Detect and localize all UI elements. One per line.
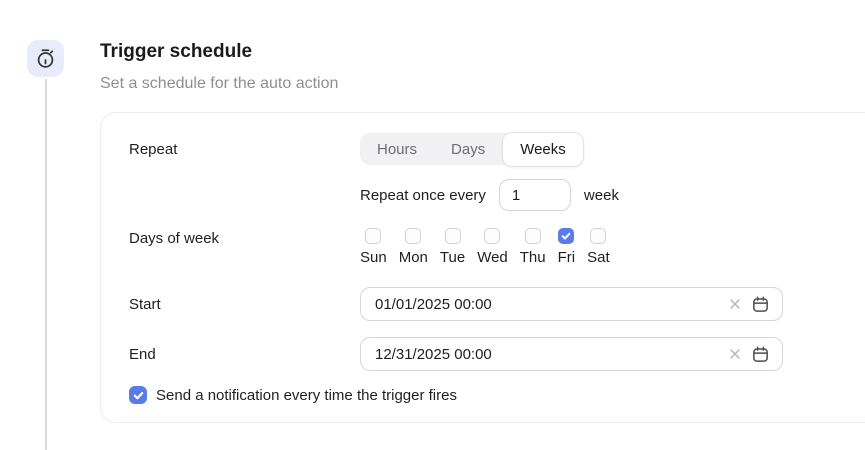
calendar-icon[interactable] xyxy=(751,295,770,314)
day-toggle-mon[interactable]: Mon xyxy=(399,228,428,267)
day-toggle-sat[interactable]: Sat xyxy=(587,228,610,267)
start-row: Start xyxy=(101,287,865,321)
page-title: Trigger schedule xyxy=(100,41,338,63)
interval-value-input[interactable] xyxy=(499,179,571,211)
checkmark-icon xyxy=(133,390,144,401)
day-checkbox[interactable] xyxy=(590,228,606,244)
days-of-week-row: Days of week Sun Mon Tue Wed Thu xyxy=(101,228,865,267)
segment-hours[interactable]: Hours xyxy=(360,133,434,165)
day-toggle-tue[interactable]: Tue xyxy=(440,228,465,267)
repeat-label: Repeat xyxy=(101,141,360,158)
stopwatch-icon xyxy=(34,47,57,70)
checkmark-icon xyxy=(561,231,571,241)
start-date-input[interactable] xyxy=(360,287,783,321)
end-label: End xyxy=(101,346,360,363)
day-checkbox[interactable] xyxy=(445,228,461,244)
start-date-value[interactable] xyxy=(361,296,728,313)
end-date-value[interactable] xyxy=(361,346,728,363)
day-label: Fri xyxy=(558,249,576,267)
day-checkbox[interactable] xyxy=(365,228,381,244)
day-label: Mon xyxy=(399,249,428,267)
day-checkbox[interactable] xyxy=(405,228,421,244)
day-checkbox[interactable] xyxy=(484,228,500,244)
repeat-row: Repeat Hours Days Weeks xyxy=(101,133,865,165)
day-checkbox[interactable] xyxy=(558,228,574,244)
end-date-input[interactable] xyxy=(360,337,783,371)
calendar-icon[interactable] xyxy=(751,345,770,364)
day-toggle-thu[interactable]: Thu xyxy=(520,228,546,267)
notification-label: Send a notification every time the trigg… xyxy=(156,387,457,404)
day-label: Sun xyxy=(360,249,387,267)
start-label: Start xyxy=(101,296,360,313)
interval-prefix: Repeat once every xyxy=(360,187,486,204)
end-row: End xyxy=(101,337,865,371)
segment-weeks[interactable]: Weeks xyxy=(502,132,584,167)
day-toggle-sun[interactable]: Sun xyxy=(360,228,387,267)
interval-row: Repeat once every week xyxy=(101,179,865,211)
interval-suffix: week xyxy=(584,187,619,204)
days-of-week-group: Sun Mon Tue Wed Thu Fri xyxy=(360,228,610,267)
clear-x-icon[interactable] xyxy=(728,297,742,311)
trigger-schedule-step-badge xyxy=(27,40,64,77)
day-toggle-fri[interactable]: Fri xyxy=(558,228,576,267)
notification-toggle[interactable]: Send a notification every time the trigg… xyxy=(101,386,865,404)
page-subtitle: Set a schedule for the auto action xyxy=(100,74,338,93)
notification-checkbox[interactable] xyxy=(129,386,147,404)
timeline-connector-line xyxy=(45,79,47,450)
day-label: Sat xyxy=(587,249,610,267)
day-checkbox[interactable] xyxy=(525,228,541,244)
repeat-unit-segmented-control: Hours Days Weeks xyxy=(360,133,584,165)
day-label: Tue xyxy=(440,249,465,267)
day-label: Wed xyxy=(477,249,508,267)
days-of-week-label: Days of week xyxy=(101,228,360,247)
day-label: Thu xyxy=(520,249,546,267)
segment-days[interactable]: Days xyxy=(434,133,502,165)
day-toggle-wed[interactable]: Wed xyxy=(477,228,508,267)
clear-x-icon[interactable] xyxy=(728,347,742,361)
trigger-schedule-card: Repeat Hours Days Weeks Repeat once ever… xyxy=(100,112,865,423)
